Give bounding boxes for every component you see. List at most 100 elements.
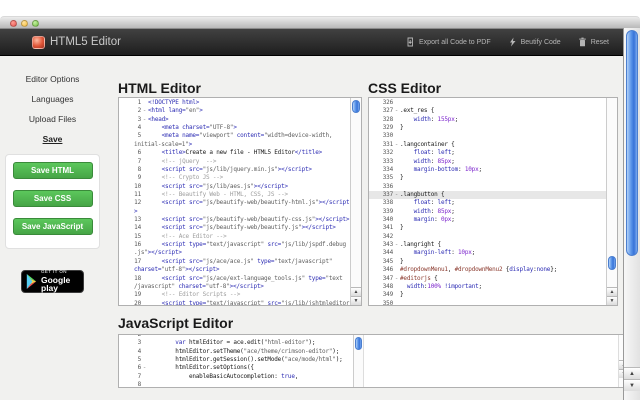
sidebar-item-save[interactable]: Save — [0, 129, 105, 149]
code-line[interactable]: 327-.ext_res { — [369, 107, 606, 115]
code-line[interactable]: 17 <script src="js/ace/ace.js" type="tex… — [119, 258, 350, 266]
fold-marker[interactable]: - — [141, 116, 148, 124]
css-editor-scrollbar[interactable]: ▲ ▼ — [606, 98, 617, 305]
code-line[interactable]: 339 width: 85px; — [369, 208, 606, 216]
code-line[interactable]: 347-#editorjs { — [369, 275, 606, 283]
sidebar-item-editor-options[interactable]: Editor Options — [0, 69, 105, 89]
code-line[interactable]: .js"></script> — [119, 249, 350, 257]
code-line[interactable]: 20 <script type="text/javascript" src="j… — [119, 300, 350, 305]
code-line[interactable]: 345} — [369, 258, 606, 266]
fold-marker[interactable]: - — [141, 364, 148, 372]
code-line[interactable]: 348 width:100% !important; — [369, 283, 606, 291]
html-scrollbar-thumb[interactable] — [352, 100, 360, 113]
js-scrollbar-thumb[interactable] — [355, 337, 362, 350]
save-css-button[interactable]: Save CSS — [13, 190, 93, 207]
code-line[interactable]: 6 <title>Create a new file - HTML5 Edito… — [119, 149, 350, 157]
fold-marker[interactable]: - — [393, 107, 400, 115]
fold-marker[interactable]: - — [393, 191, 400, 199]
page-scrollbar[interactable]: ▲ ▼ — [623, 28, 640, 400]
scroll-up-button[interactable]: ▲ — [607, 287, 617, 296]
code-line[interactable]: 341} — [369, 224, 606, 232]
code-line[interactable]: 330 — [369, 132, 606, 140]
reset-button[interactable]: Reset — [578, 37, 609, 47]
code-line[interactable]: 333 width: 85px; — [369, 158, 606, 166]
code-line[interactable]: 15 <!-- Ace Editor --> — [119, 233, 350, 241]
code-line[interactable]: 326 — [369, 99, 606, 107]
html-editor-scrollbar[interactable]: ▲ ▼ — [350, 98, 361, 305]
scroll-down-button[interactable]: ▼ — [624, 379, 640, 391]
window-zoom-button[interactable] — [32, 20, 39, 27]
code-line[interactable]: 2-<html lang="en"> — [119, 107, 350, 115]
code-line[interactable]: 18 <script src="js/ace/ext-language_tool… — [119, 275, 350, 283]
code-line[interactable]: 340 margin: 0px; — [369, 216, 606, 224]
code-line[interactable]: 343-.langright { — [369, 241, 606, 249]
code-line[interactable]: 346#dropdownMenu1, #dropdownMenu2 {displ… — [369, 266, 606, 274]
export-pdf-button[interactable]: Export all Code to PDF — [405, 37, 491, 47]
code-line[interactable]: 4 <meta charset="UTF-8"> — [119, 124, 350, 132]
code-line[interactable]: 1<!DOCTYPE html> — [119, 99, 350, 107]
js-editor-scrollbar[interactable] — [353, 335, 364, 387]
sidebar-item-languages[interactable]: Languages — [0, 89, 105, 109]
js-editor-code[interactable]: 23 var htmlEditor = ace.edit("html-edito… — [119, 334, 353, 387]
scroll-down-button[interactable]: ▼ — [351, 296, 361, 305]
code-line[interactable]: initial-scale=1"> — [119, 141, 350, 149]
code-line[interactable]: 342 — [369, 233, 606, 241]
beautify-code-button[interactable]: Beutify Code — [508, 37, 561, 47]
window-close-button[interactable] — [10, 20, 17, 27]
code-line[interactable]: 350 — [369, 300, 606, 305]
scroll-down-button[interactable]: ▼ — [607, 296, 617, 305]
fold-marker[interactable]: - — [393, 141, 400, 149]
code-line[interactable]: 14 <script src="js/beautify-web/beautify… — [119, 224, 350, 232]
page-scrollbar-thumb[interactable] — [626, 30, 638, 256]
save-javascript-button[interactable]: Save JavaScript — [13, 218, 93, 235]
javascript-editor[interactable]: 23 var htmlEditor = ace.edit("html-edito… — [118, 334, 630, 388]
html-editor[interactable]: 1<!DOCTYPE html>2-<html lang="en">3-<hea… — [118, 97, 362, 306]
code-line[interactable]: 7 enableBasicAutocompletion: true, — [119, 373, 353, 381]
code-line[interactable]: 8 — [119, 381, 353, 387]
scroll-up-button[interactable]: ▲ — [351, 287, 361, 296]
code-line[interactable]: 328 width: 155px; — [369, 116, 606, 124]
code-line[interactable]: 8 <script src="js/lib/jquery.min.js"></s… — [119, 166, 350, 174]
code-line[interactable]: 16 <script type="text/javascript" src="j… — [119, 241, 350, 249]
code-line[interactable]: charset="utf-8"></script> — [119, 266, 350, 274]
code-line[interactable]: 329} — [369, 124, 606, 132]
google-play-badge[interactable]: GET IT ON Google play — [21, 270, 84, 293]
code-line[interactable]: 335} — [369, 174, 606, 182]
code-line[interactable]: /javascript" charset="utf-8"></script> — [119, 283, 350, 291]
css-scrollbar-arrows: ▲ ▼ — [607, 287, 617, 305]
code-line[interactable]: 7 <!-- jQuery --> — [119, 158, 350, 166]
save-html-button[interactable]: Save HTML — [13, 162, 93, 179]
window-minimize-button[interactable] — [21, 20, 28, 27]
css-scrollbar-thumb[interactable] — [608, 256, 616, 270]
code-line[interactable]: 6- htmlEditor.setOptions({ — [119, 364, 353, 372]
code-line[interactable]: > — [119, 208, 350, 216]
code-line[interactable]: 332 float: left; — [369, 149, 606, 157]
sidebar-item-upload-files[interactable]: Upload Files — [0, 109, 105, 129]
code-line[interactable]: 334 margin-bottom: 10px; — [369, 166, 606, 174]
code-line[interactable]: 338 float: left; — [369, 199, 606, 207]
code-line[interactable]: 5 htmlEditor.getSession().setMode("ace/m… — [119, 356, 353, 364]
code-line[interactable]: 19 <!-- Editor Scripts --> — [119, 291, 350, 299]
code-line[interactable]: 10 <script src="js/lib/aes.js"></script> — [119, 183, 350, 191]
css-editor[interactable]: 326327-.ext_res {328 width: 155px;329}33… — [368, 97, 618, 306]
code-line[interactable]: 13 <script src="js/beautify-web/beautify… — [119, 216, 350, 224]
code-line[interactable]: 9 <!-- Crypto JS --> — [119, 174, 350, 182]
css-editor-code[interactable]: 326327-.ext_res {328 width: 155px;329}33… — [369, 99, 606, 305]
code-line[interactable]: 5 <meta name="viewport" content="width=d… — [119, 132, 350, 140]
code-line[interactable]: 337-.langbutton { — [369, 191, 606, 199]
fold-marker[interactable]: - — [393, 241, 400, 249]
html-editor-code[interactable]: 1<!DOCTYPE html>2-<html lang="en">3-<hea… — [119, 99, 350, 305]
fold-marker[interactable]: - — [393, 275, 400, 283]
code-line[interactable]: 4 htmlEditor.setTheme("ace/theme/crimson… — [119, 348, 353, 356]
code-line[interactable]: 336 — [369, 183, 606, 191]
code-line[interactable]: 331-.langcontainer { — [369, 141, 606, 149]
code-line[interactable]: 3 var htmlEditor = ace.edit("html-editor… — [119, 339, 353, 347]
code-line[interactable]: 344 margin-left: 10px; — [369, 249, 606, 257]
code-line[interactable]: 3-<head> — [119, 116, 350, 124]
code-line[interactable]: 11 <!-- Beautify Web - HTML, CSS, JS --> — [119, 191, 350, 199]
code-text: width:100% !important; — [400, 283, 606, 291]
code-line[interactable]: 349} — [369, 291, 606, 299]
fold-marker[interactable]: - — [141, 107, 148, 115]
scroll-up-button[interactable]: ▲ — [624, 367, 640, 379]
code-line[interactable]: 12 <script src="js/beautify-web/beautify… — [119, 199, 350, 207]
